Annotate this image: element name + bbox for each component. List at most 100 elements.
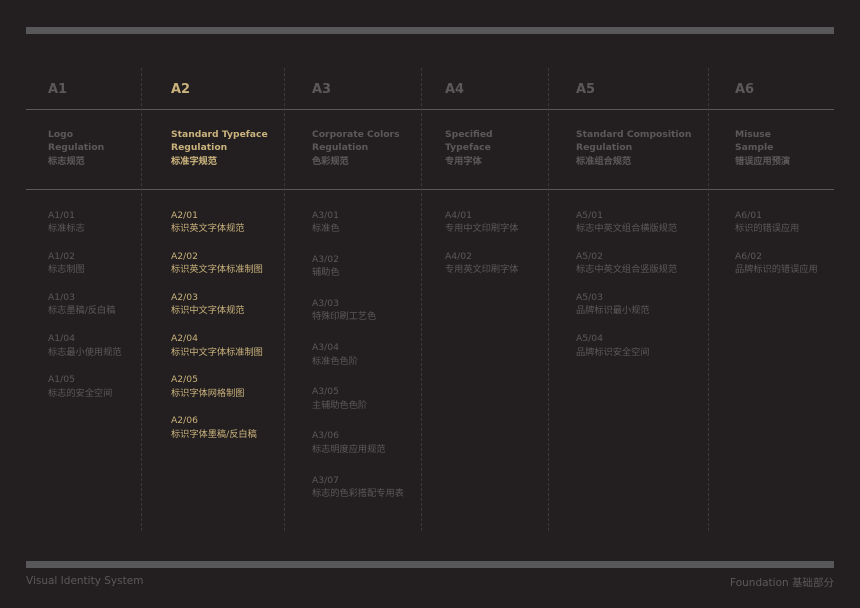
section-title: Misuse Sample 错误应用预演 <box>735 128 790 168</box>
list-item[interactable]: A1/05 标志的安全空间 <box>48 373 122 400</box>
item-label: 标志墨稿/反白稿 <box>48 305 116 317</box>
item-label: 标识英文字体规范 <box>171 223 245 235</box>
item-label: 辅助色 <box>312 267 340 279</box>
item-code: A2/01 <box>171 210 198 221</box>
item-code: A2/06 <box>171 415 198 427</box>
item-label: 专用中文印刷字体 <box>445 223 519 235</box>
list-item[interactable]: A1/03 标志墨稿/反白稿 <box>48 291 122 318</box>
title-line: Corporate Colors <box>312 129 400 140</box>
section-code: A2 <box>171 82 191 97</box>
column-separator <box>284 68 285 531</box>
item-code: A3/01 <box>312 210 339 221</box>
list-item[interactable]: A1/02 标志制图 <box>48 250 122 277</box>
item-label: 标识字体墨稿/反白稿 <box>171 428 257 440</box>
item-label: 标准色色阶 <box>312 355 358 367</box>
section-items: A3/01 标准色 A3/02 辅助色 A3/03 特殊印刷工艺色 A3/04 标准色色… <box>312 209 404 518</box>
list-item[interactable]: A6/01 标识的错误应用 <box>735 209 818 236</box>
title-line: Standard Typeface <box>171 129 268 140</box>
title-line: 标准字规范 <box>171 155 217 167</box>
list-item[interactable]: A5/04 品牌标识安全空间 <box>576 332 677 359</box>
item-code: A1/04 <box>48 333 75 345</box>
footer-system-name: Visual Identity System <box>26 575 144 587</box>
item-code: A5/01 <box>576 210 603 221</box>
section-code: A4 <box>445 82 465 97</box>
item-label: 标志最小使用规范 <box>48 346 122 358</box>
list-item[interactable]: A2/02 标识英文字体标准制图 <box>171 250 263 277</box>
item-code: A1/05 <box>48 374 75 386</box>
item-label: 品牌标识安全空间 <box>576 346 650 358</box>
list-item[interactable]: A3/01 标准色 <box>312 209 404 236</box>
list-item[interactable]: A2/04 标识中文字体标准制图 <box>171 332 263 359</box>
list-item[interactable]: A3/05 主辅助色色阶 <box>312 385 404 412</box>
section-code: A6 <box>735 82 755 97</box>
title-line: 标准组合规范 <box>576 155 632 167</box>
item-code: A3/02 <box>312 254 339 266</box>
list-item[interactable]: A4/02 专用英文印刷字体 <box>445 250 519 277</box>
item-code: A3/07 <box>312 474 339 486</box>
item-code: A6/02 <box>735 251 762 263</box>
item-label: 标识中文字体标准制图 <box>171 346 263 358</box>
title-line: Misuse <box>735 129 772 140</box>
column-separator <box>708 68 709 531</box>
top-bar <box>26 27 834 34</box>
list-item[interactable]: A5/01 标志中英文组合横版规范 <box>576 209 677 236</box>
item-label: 品牌标识最小规范 <box>576 305 650 317</box>
title-line: 专用字体 <box>445 155 482 167</box>
item-code: A1/03 <box>48 292 75 304</box>
title-line: Typeface <box>445 142 491 154</box>
item-code: A3/05 <box>312 386 339 398</box>
list-item[interactable]: A1/04 标志最小使用规范 <box>48 332 122 359</box>
section-items: A6/01 标识的错误应用 A6/02 品牌标识的错误应用 <box>735 209 818 291</box>
footer-section-name: Foundation 基础部分 <box>730 577 834 589</box>
list-item[interactable]: A2/01 标识英文字体规范 <box>171 209 263 236</box>
item-label: 标准色 <box>312 223 340 235</box>
list-item[interactable]: A6/02 品牌标识的错误应用 <box>735 250 818 277</box>
list-item[interactable]: A3/06 标志明度应用规范 <box>312 429 404 456</box>
item-code: A3/04 <box>312 342 339 354</box>
list-item[interactable]: A2/03 标识中文字体规范 <box>171 291 263 318</box>
title-line: Regulation <box>312 142 369 154</box>
title-line: Standard Composition <box>576 129 692 140</box>
item-label: 标识字体网格制图 <box>171 387 245 399</box>
list-item[interactable]: A3/04 标准色色阶 <box>312 341 404 368</box>
item-code: A2/04 <box>171 333 198 345</box>
item-label: 专用英文印刷字体 <box>445 264 519 276</box>
item-label: 标志的色彩搭配专用表 <box>312 487 404 499</box>
item-label: 标志中英文组合横版规范 <box>576 223 678 235</box>
list-item[interactable]: A2/05 标识字体网格制图 <box>171 373 263 400</box>
section-code: A3 <box>312 82 332 97</box>
title-line: Specified <box>445 129 493 140</box>
list-item[interactable]: A2/06 标识字体墨稿/反白稿 <box>171 414 263 441</box>
item-code: A4/01 <box>445 210 472 221</box>
list-item[interactable]: A1/01 标准标志 <box>48 209 122 236</box>
item-label: 标志制图 <box>48 264 85 276</box>
column-separator <box>548 68 549 531</box>
title-line: 标志规范 <box>48 155 85 167</box>
section-items: A5/01 标志中英文组合横版规范 A5/02 标志中英文组合竖版规范 A5/03 品… <box>576 209 677 373</box>
item-code: A2/05 <box>171 374 198 386</box>
list-item[interactable]: A4/01 专用中文印刷字体 <box>445 209 519 236</box>
list-item[interactable]: A3/02 辅助色 <box>312 253 404 280</box>
item-code: A3/06 <box>312 430 339 442</box>
section-code: A5 <box>576 82 596 97</box>
bottom-bar <box>26 561 834 568</box>
list-item[interactable]: A3/07 标志的色彩搭配专用表 <box>312 474 404 501</box>
item-label: 标识英文字体标准制图 <box>171 264 263 276</box>
item-label: 标识中文字体规范 <box>171 305 245 317</box>
title-line: Regulation <box>48 142 105 154</box>
item-code: A5/04 <box>576 333 603 345</box>
item-label: 主辅助色色阶 <box>312 399 368 411</box>
item-code: A6/01 <box>735 210 762 221</box>
column-separator <box>421 68 422 531</box>
item-code: A1/02 <box>48 251 75 263</box>
section-title: Specified Typeface 专用字体 <box>445 128 493 168</box>
list-item[interactable]: A5/02 标志中英文组合竖版规范 <box>576 250 677 277</box>
title-divider <box>26 189 834 190</box>
list-item[interactable]: A5/03 品牌标识最小规范 <box>576 291 677 318</box>
list-item[interactable]: A3/03 特殊印刷工艺色 <box>312 297 404 324</box>
item-label: 品牌标识的错误应用 <box>735 264 818 276</box>
title-line: Logo <box>48 129 74 140</box>
title-line: 错误应用预演 <box>735 155 791 167</box>
section-title: Corporate Colors Regulation 色彩规范 <box>312 128 400 168</box>
item-label: 标准标志 <box>48 223 85 235</box>
